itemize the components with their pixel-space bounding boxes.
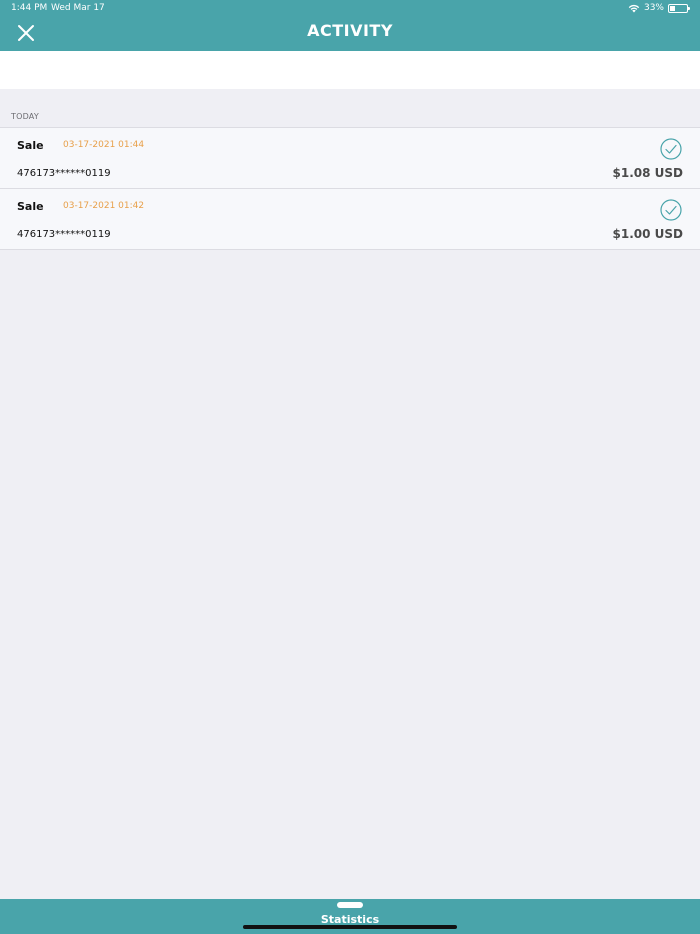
page-title: ACTIVITY (307, 21, 393, 40)
statistics-bar[interactable]: Statistics (0, 899, 700, 934)
card-number: 476173******0119 (17, 168, 111, 179)
battery-icon (668, 3, 690, 13)
header-bar: 1:44 PM Wed Mar 17 33% ACTIVITY (0, 0, 700, 51)
transaction-list: Sale 03-17-2021 01:44 476173******0119 $… (0, 127, 700, 250)
search-bar[interactable] (0, 51, 700, 89)
transaction-row[interactable]: Sale 03-17-2021 01:42 476173******0119 $… (0, 188, 700, 250)
drag-handle[interactable] (337, 902, 363, 908)
status-date: Wed Mar 17 (51, 3, 105, 13)
transaction-type: Sale (17, 139, 44, 152)
transaction-datetime: 03-17-2021 01:44 (63, 140, 145, 150)
status-indicators: 33% (628, 2, 690, 14)
check-circle-icon (660, 199, 682, 221)
battery-percentage: 33% (643, 3, 664, 13)
status-time: 1:44 PM (11, 3, 48, 13)
wifi-icon (628, 4, 640, 13)
transaction-type: Sale (17, 200, 44, 213)
card-number: 476173******0119 (17, 229, 111, 240)
transaction-row[interactable]: Sale 03-17-2021 01:44 476173******0119 $… (0, 127, 700, 188)
check-circle-icon (660, 138, 682, 160)
battery-level (670, 5, 675, 11)
home-indicator (243, 925, 457, 929)
transaction-amount: $1.08 USD (612, 166, 683, 180)
section-header-today: TODAY (11, 112, 39, 121)
transaction-amount: $1.00 USD (612, 227, 683, 241)
transaction-datetime: 03-17-2021 01:42 (63, 201, 145, 211)
